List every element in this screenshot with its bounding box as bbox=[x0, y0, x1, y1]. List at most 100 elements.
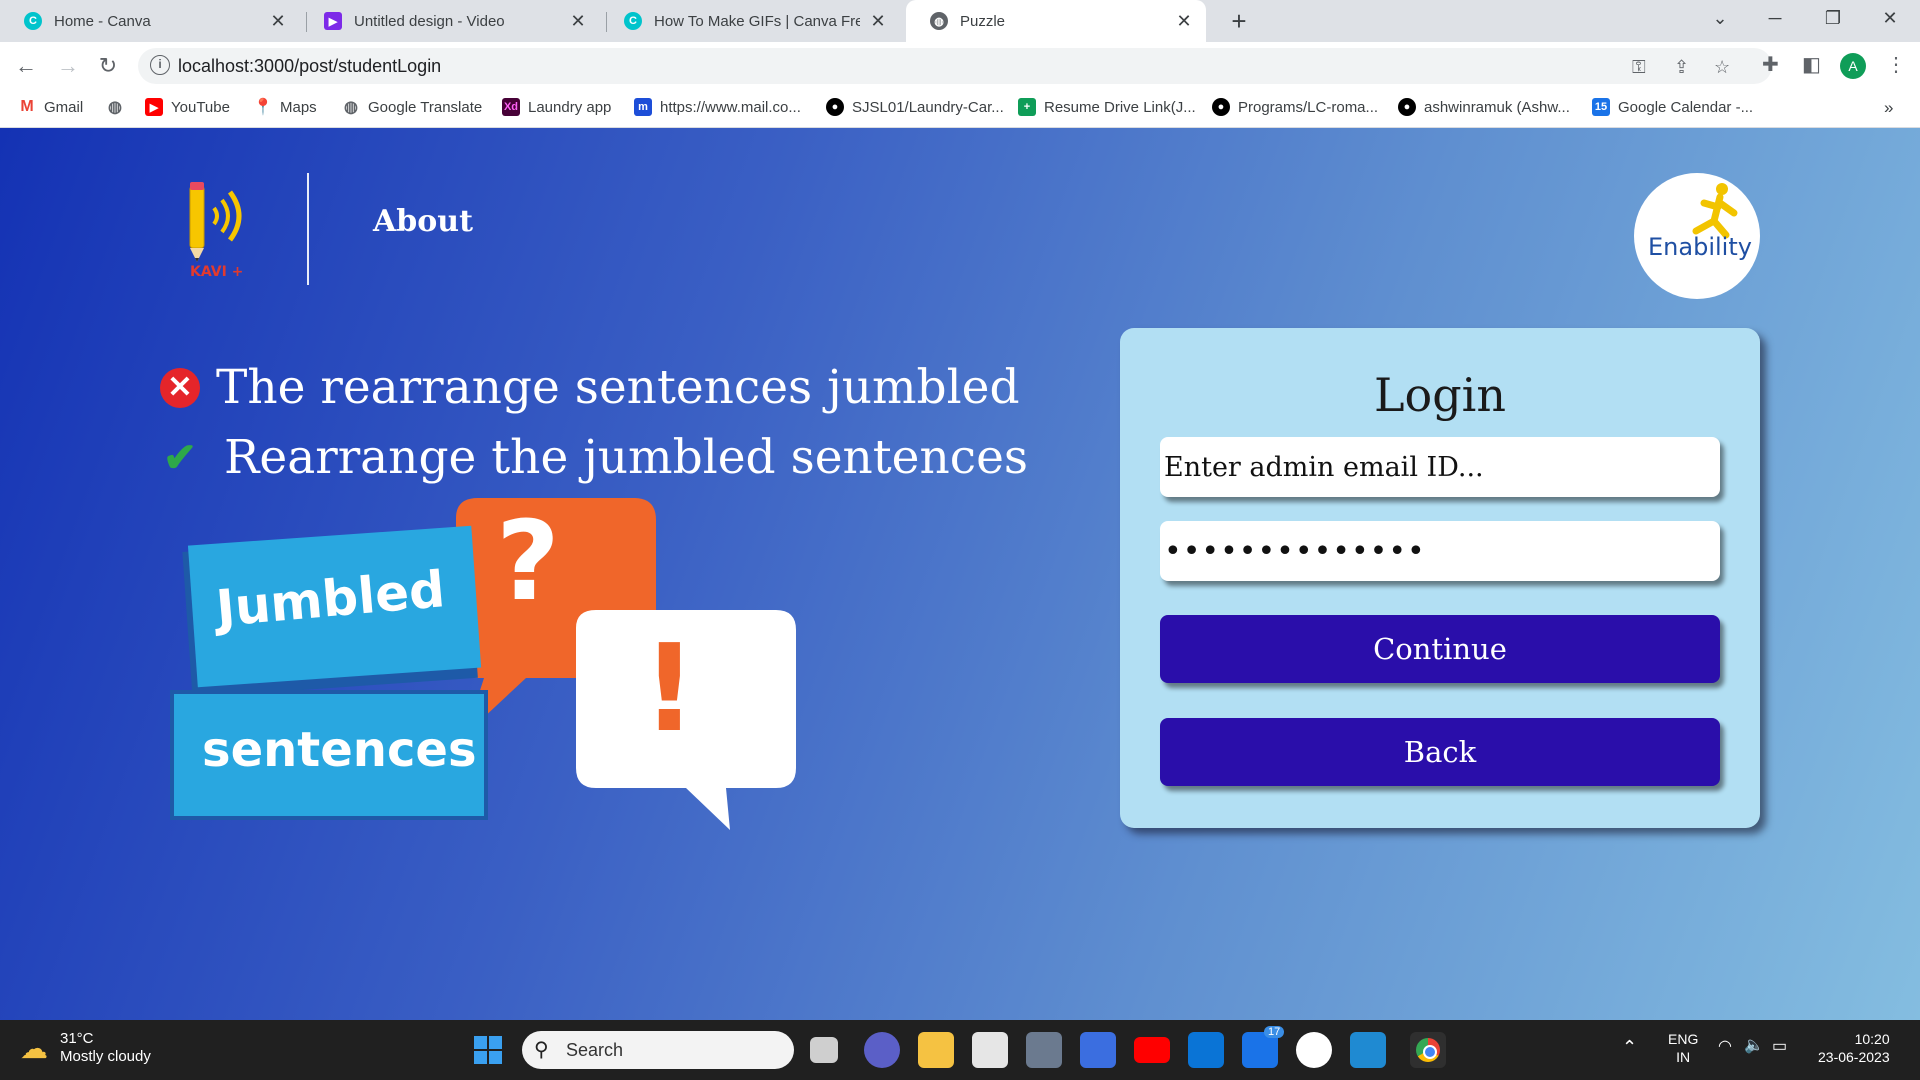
file-explorer-icon[interactable] bbox=[918, 1032, 954, 1068]
canva-icon: C bbox=[24, 12, 42, 30]
address-bar-row: ← → ↻ i localhost:3000/post/studentLogin… bbox=[0, 42, 1920, 90]
bookmarks-bar: M Gmail ◍ ▶ YouTube 📍 Maps ◍ Google Translat… bbox=[0, 90, 1920, 128]
bookmark-laundry-app[interactable]: Xd Laundry app bbox=[502, 98, 611, 116]
bookmark-label: Maps bbox=[280, 98, 317, 116]
github-icon: ● bbox=[1398, 98, 1416, 116]
youtube-icon: ▶ bbox=[145, 98, 163, 116]
battery-icon[interactable]: ▭ bbox=[1772, 1038, 1787, 1056]
extensions-icon[interactable]: ✚ bbox=[1762, 52, 1779, 77]
tab-home-canva[interactable]: C Home - Canva ✕ bbox=[0, 0, 300, 42]
azure-icon[interactable] bbox=[1188, 1032, 1224, 1068]
taskbar-search[interactable]: ⚲ Search bbox=[522, 1031, 794, 1069]
store-icon[interactable] bbox=[972, 1032, 1008, 1068]
continue-button[interactable]: Continue bbox=[1160, 615, 1720, 683]
login-card: Login Continue Back bbox=[1120, 328, 1760, 828]
close-icon[interactable]: ✕ bbox=[568, 11, 588, 32]
bookmark-sjsl01[interactable]: ● SJSL01/Laundry-Car... bbox=[826, 98, 1004, 116]
profile-avatar[interactable]: A bbox=[1840, 53, 1866, 79]
windows-start-icon[interactable] bbox=[474, 1036, 502, 1064]
cloud-sun-icon: ☁ bbox=[20, 1032, 48, 1064]
tab-title: Puzzle bbox=[960, 12, 1006, 30]
tab-title: Home - Canva bbox=[54, 12, 151, 30]
bookmark-globe[interactable]: ◍ bbox=[106, 98, 132, 116]
bookmark-resume-drive[interactable]: + Resume Drive Link(J... bbox=[1018, 98, 1196, 116]
url-text[interactable]: localhost:3000/post/studentLogin bbox=[178, 56, 441, 77]
canva-icon: C bbox=[624, 12, 642, 30]
bookmark-maps[interactable]: 📍 Maps bbox=[253, 98, 317, 117]
chrome-icon[interactable] bbox=[1410, 1032, 1446, 1068]
share-icon[interactable]: ⇪ bbox=[1674, 57, 1689, 78]
bookmark-google-translate[interactable]: ◍ Google Translate bbox=[342, 98, 483, 117]
omnibox[interactable]: i localhost:3000/post/studentLogin ⚿ ⇪ ☆ bbox=[138, 48, 1772, 84]
bookmark-label: YouTube bbox=[171, 98, 230, 116]
restore-button[interactable]: ❐ bbox=[1818, 8, 1848, 29]
language-indicator[interactable]: ENG IN bbox=[1668, 1030, 1698, 1066]
bookmark-programs[interactable]: ● Programs/LC-roma... bbox=[1212, 98, 1378, 116]
right-sentence-row: ✔ Rearrange the jumbled sentences bbox=[160, 430, 1028, 485]
menu-kebab-icon[interactable]: ⋮ bbox=[1886, 52, 1906, 77]
enability-logo: Enability bbox=[1634, 173, 1760, 299]
login-title: Login bbox=[1373, 368, 1507, 422]
close-icon[interactable]: ✕ bbox=[1174, 11, 1194, 32]
email-field[interactable] bbox=[1160, 437, 1720, 497]
close-window-button[interactable]: ✕ bbox=[1875, 8, 1905, 29]
region-label: IN bbox=[1676, 1049, 1691, 1065]
weather-widget[interactable]: ☁ 31°C Mostly cloudy bbox=[20, 1030, 151, 1066]
bookmarks-overflow-button[interactable]: » bbox=[1884, 98, 1893, 118]
back-arrow-icon[interactable]: ← bbox=[12, 52, 40, 80]
bookmark-youtube[interactable]: ▶ YouTube bbox=[145, 98, 230, 116]
slack-icon[interactable] bbox=[1296, 1032, 1332, 1068]
tray-chevron-icon[interactable]: ⌃ bbox=[1622, 1038, 1637, 1056]
mail-icon[interactable]: 17 bbox=[1242, 1026, 1285, 1068]
bookmark-label: ashwinramuk (Ashw... bbox=[1424, 98, 1570, 116]
bing-icon[interactable] bbox=[1080, 1032, 1116, 1068]
forward-arrow-icon[interactable]: → bbox=[54, 52, 82, 80]
side-panel-icon[interactable]: ◧ bbox=[1802, 52, 1821, 77]
bookmark-ashwinramuk[interactable]: ● ashwinramuk (Ashw... bbox=[1398, 98, 1570, 116]
maps-icon: 📍 bbox=[253, 99, 273, 116]
question-mark-icon: ? bbox=[496, 497, 560, 625]
weather-desc: Mostly cloudy bbox=[60, 1048, 151, 1065]
new-tab-button[interactable]: + bbox=[1224, 6, 1254, 37]
illustration-word-sentences: sentences bbox=[202, 722, 477, 778]
tab-canva-gifs[interactable]: C How To Make GIFs | Canva Free C ✕ bbox=[600, 0, 900, 42]
close-icon[interactable]: ✕ bbox=[868, 11, 888, 32]
wrong-sentence-row: ✕ The rearrange sentences jumbled bbox=[160, 360, 1020, 415]
tab-strip: C Home - Canva ✕ ▶ Untitled design - Vid… bbox=[0, 0, 1920, 42]
clock[interactable]: 10:20 23-06-2023 bbox=[1818, 1030, 1890, 1066]
close-icon[interactable]: ✕ bbox=[268, 11, 288, 32]
kavi-logo[interactable]: KAVI + bbox=[180, 176, 260, 286]
task-view-icon[interactable] bbox=[810, 1037, 838, 1063]
star-icon[interactable]: ☆ bbox=[1714, 57, 1730, 78]
calendar-icon: 15 bbox=[1592, 98, 1610, 116]
bookmark-google-calendar[interactable]: 15 Google Calendar -... bbox=[1592, 98, 1753, 116]
bookmark-gmail[interactable]: M Gmail bbox=[18, 98, 83, 116]
volume-icon[interactable]: 🔈 bbox=[1744, 1037, 1764, 1055]
tab-search-chevron-icon[interactable]: ⌄ bbox=[1705, 8, 1735, 29]
tab-puzzle[interactable]: ◍ Puzzle ✕ bbox=[906, 0, 1206, 42]
header-divider bbox=[307, 173, 309, 285]
clock-date: 23-06-2023 bbox=[1818, 1049, 1890, 1065]
bookmark-label: Laundry app bbox=[528, 98, 612, 116]
youtube-app-icon[interactable] bbox=[1134, 1037, 1170, 1063]
vscode-icon[interactable] bbox=[1350, 1032, 1386, 1068]
reload-icon[interactable]: ↻ bbox=[94, 52, 122, 80]
bookmark-label: Google Translate bbox=[368, 98, 483, 116]
bookmark-mail-com[interactable]: m https://www.mail.co... bbox=[634, 98, 801, 116]
language-label: ENG bbox=[1668, 1031, 1699, 1047]
password-field[interactable] bbox=[1160, 521, 1720, 581]
wifi-icon[interactable]: ◠ bbox=[1718, 1038, 1732, 1056]
bookmark-label: Programs/LC-roma... bbox=[1238, 98, 1379, 116]
camera-icon[interactable] bbox=[1026, 1032, 1062, 1068]
video-icon: ▶ bbox=[324, 12, 342, 30]
taskbar-search-label: Search bbox=[566, 1040, 624, 1060]
info-icon[interactable]: i bbox=[150, 55, 170, 75]
teams-chat-icon[interactable] bbox=[864, 1032, 900, 1068]
nav-about-link[interactable]: About bbox=[373, 204, 473, 239]
key-icon[interactable]: ⚿ bbox=[1632, 57, 1646, 78]
minimize-button[interactable]: ─ bbox=[1760, 8, 1790, 29]
tab-untitled-design[interactable]: ▶ Untitled design - Video ✕ bbox=[300, 0, 600, 42]
gmail-icon: M bbox=[20, 98, 34, 115]
tab-title: Untitled design - Video bbox=[354, 12, 505, 30]
back-button[interactable]: Back bbox=[1160, 718, 1720, 786]
